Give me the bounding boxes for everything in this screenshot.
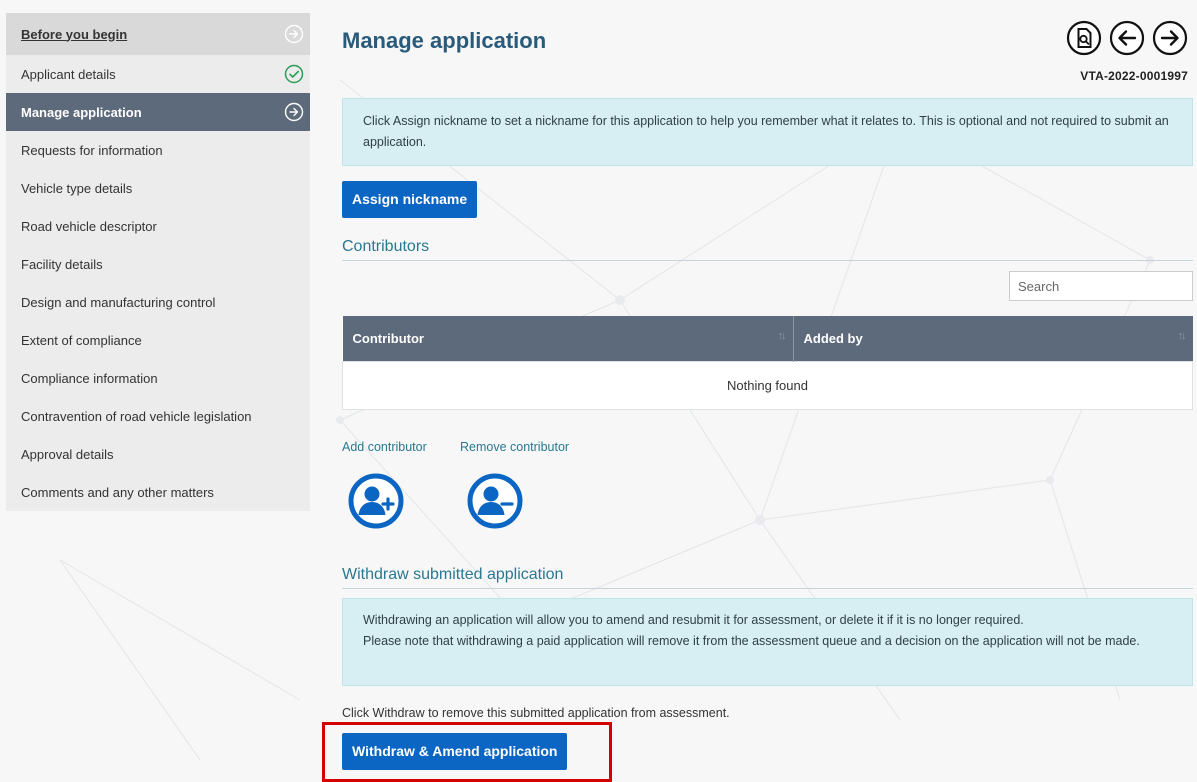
sidebar-item-label: Compliance information — [21, 370, 158, 386]
document-preview-icon[interactable] — [1066, 20, 1102, 56]
withdraw-heading: Withdraw submitted application — [342, 566, 1193, 589]
sidebar-item-label: Requests for information — [21, 142, 163, 158]
sidebar-nav: Before you begin Applicant details Manag… — [6, 13, 310, 511]
sidebar-item-manage-application[interactable]: Manage application — [6, 93, 310, 131]
add-contributor-link[interactable]: Add contributor — [342, 440, 427, 454]
remove-contributor-link[interactable]: Remove contributor — [460, 440, 569, 454]
search-input[interactable] — [1009, 271, 1193, 301]
sidebar-item-extent-of-compliance[interactable]: Extent of compliance — [6, 321, 310, 359]
sidebar-item-vehicle-type-details[interactable]: Vehicle type details — [6, 169, 310, 207]
table-row: Nothing found — [342, 361, 1193, 410]
sidebar-item-label: Road vehicle descriptor — [21, 218, 157, 234]
sidebar-item-label: Extent of compliance — [21, 332, 142, 348]
check-circle-icon — [284, 64, 304, 84]
remove-user-icon[interactable] — [467, 473, 523, 529]
contributors-table: Contributor ↑↓ Added by ↑↓ Nothing found — [342, 316, 1193, 410]
sidebar-item-label: Comments and any other matters — [21, 484, 214, 500]
empty-state-text: Nothing found — [342, 361, 1193, 410]
sidebar-item-label: Approval details — [21, 446, 114, 462]
sidebar-item-label: Contravention of road vehicle legislatio… — [21, 408, 252, 424]
arrow-right-circle-icon[interactable] — [1152, 20, 1188, 56]
page-actions — [1066, 20, 1188, 56]
withdraw-amend-button[interactable]: Withdraw & Amend application — [342, 733, 568, 770]
withdraw-info-line: Withdrawing an application will allow yo… — [363, 613, 1024, 627]
main-content: Manage application VTA-2022-0001997 Clic… — [342, 0, 1193, 774]
page-title: Manage application — [342, 28, 547, 53]
sidebar-item-requests-for-information[interactable]: Requests for information — [6, 131, 310, 169]
assign-nickname-button[interactable]: Assign nickname — [342, 181, 478, 218]
arrow-right-circle-icon — [284, 24, 304, 44]
sort-icon: ↑↓ — [1177, 330, 1187, 342]
column-header-added-by[interactable]: Added by ↑↓ — [793, 316, 1193, 362]
application-reference: VTA-2022-0001997 — [1080, 69, 1188, 83]
contributors-heading: Contributors — [342, 238, 1193, 261]
sidebar-item-contravention[interactable]: Contravention of road vehicle legislatio… — [6, 397, 310, 435]
sidebar-item-label: Before you begin — [21, 26, 128, 42]
withdraw-instruction: Click Withdraw to remove this submitted … — [342, 706, 730, 720]
sidebar-item-label: Facility details — [21, 256, 103, 272]
arrow-right-circle-icon — [284, 102, 304, 122]
arrow-left-circle-icon[interactable] — [1109, 20, 1145, 56]
add-user-icon[interactable] — [348, 473, 404, 529]
sidebar-item-facility-details[interactable]: Facility details — [6, 245, 310, 283]
sidebar-item-road-vehicle-descriptor[interactable]: Road vehicle descriptor — [6, 207, 310, 245]
withdraw-info-line: Please note that withdrawing a paid appl… — [363, 634, 1140, 648]
sidebar-item-label: Manage application — [21, 104, 142, 120]
sidebar-item-compliance-information[interactable]: Compliance information — [6, 359, 310, 397]
withdraw-info-box: Withdrawing an application will allow yo… — [342, 598, 1193, 686]
sort-icon: ↑↓ — [777, 330, 787, 342]
sidebar-item-label: Design and manufacturing control — [21, 294, 216, 310]
sidebar-item-label: Vehicle type details — [21, 180, 133, 196]
sidebar-item-before-you-begin[interactable]: Before you begin — [6, 13, 310, 55]
sidebar-item-applicant-details[interactable]: Applicant details — [6, 55, 310, 93]
column-header-contributor[interactable]: Contributor ↑↓ — [342, 316, 794, 362]
sidebar-item-approval-details[interactable]: Approval details — [6, 435, 310, 473]
sidebar-item-label: Applicant details — [21, 66, 116, 82]
sidebar-item-design-and-manufacturing-control[interactable]: Design and manufacturing control — [6, 283, 310, 321]
nickname-info-box: Click Assign nickname to set a nickname … — [342, 98, 1193, 166]
sidebar-item-comments[interactable]: Comments and any other matters — [6, 473, 310, 511]
